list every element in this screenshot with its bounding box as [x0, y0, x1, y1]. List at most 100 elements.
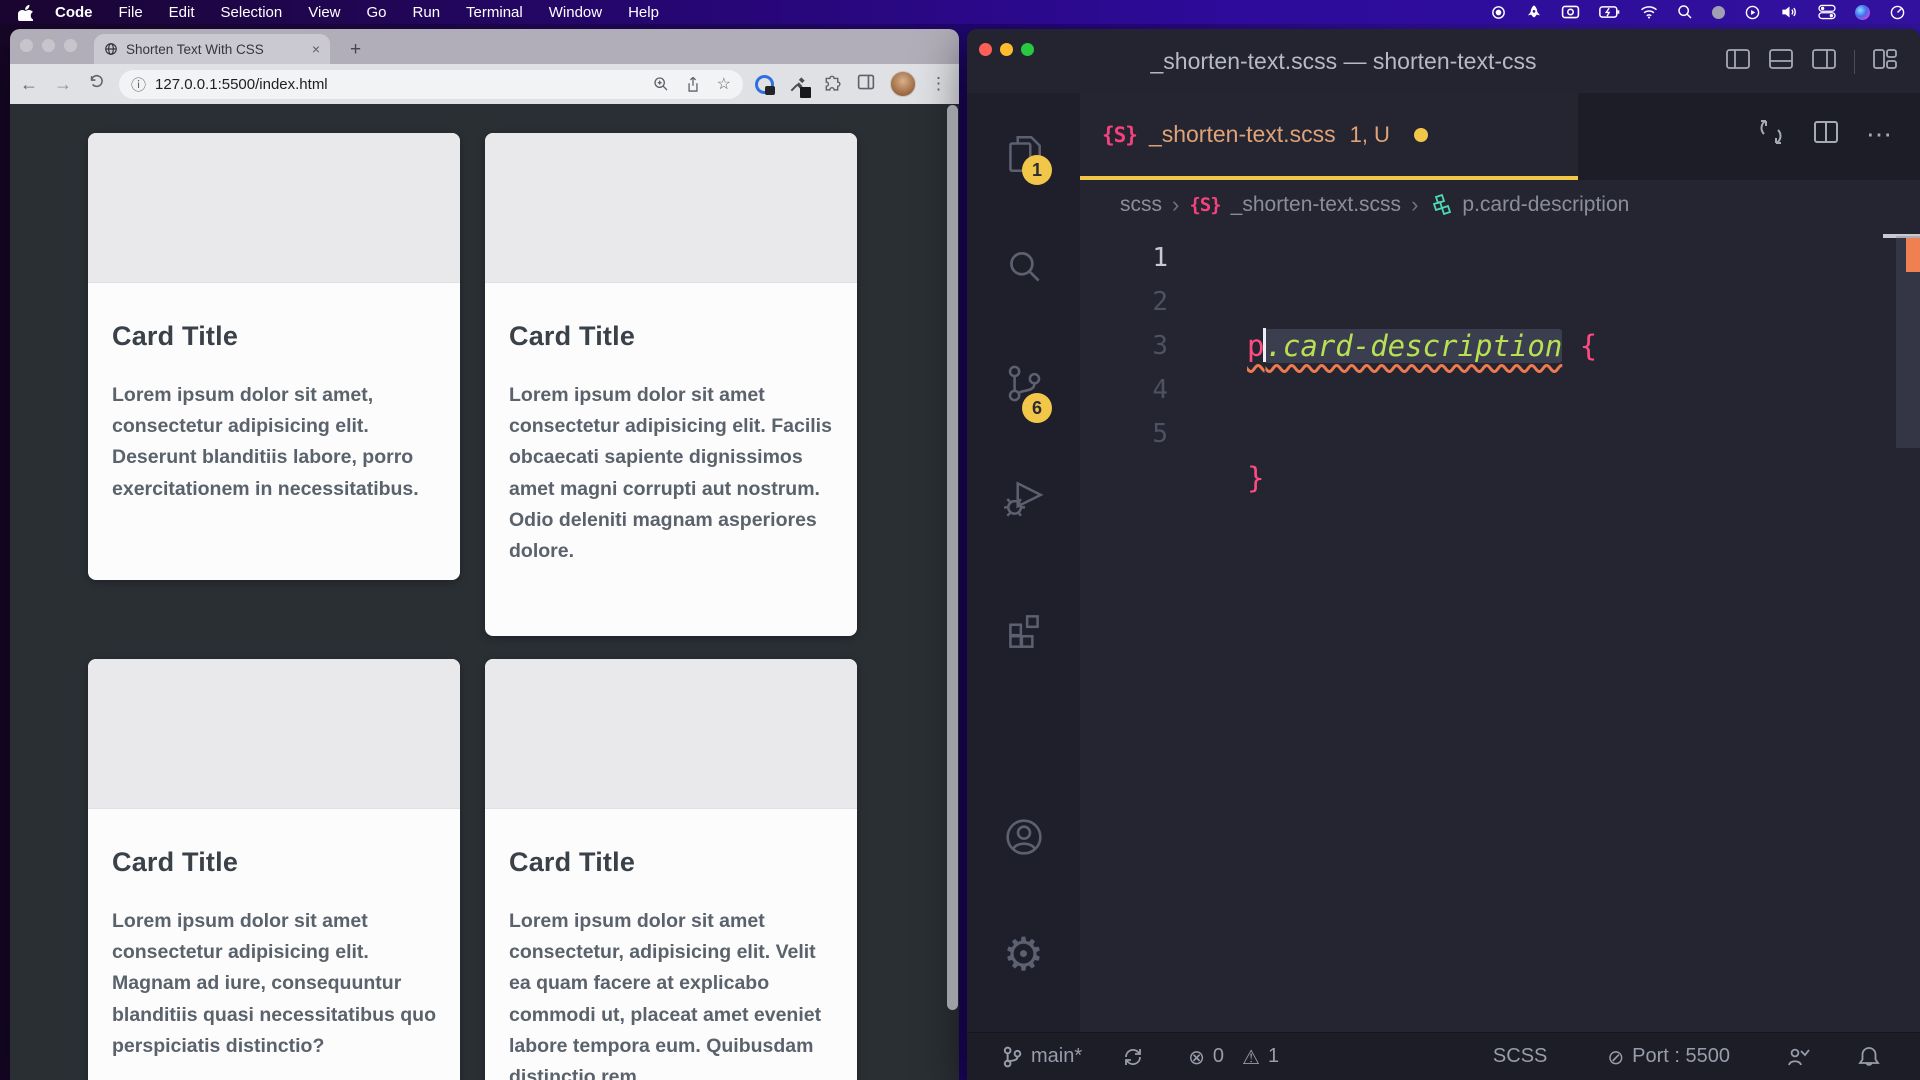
side-panel-icon[interactable] [856, 73, 876, 96]
more-actions-icon[interactable]: ⋯ [1866, 119, 1892, 150]
menu-terminal[interactable]: Terminal [466, 4, 523, 21]
open-changes-icon[interactable] [1756, 117, 1786, 152]
search-icon[interactable] [1001, 245, 1047, 296]
minimize-window-button[interactable] [42, 39, 55, 52]
card-image-placeholder [88, 659, 460, 809]
sync-changes-button[interactable] [1122, 1046, 1144, 1068]
clock-icon[interactable] [1889, 4, 1906, 21]
notifications-bell-icon[interactable] [1858, 1045, 1880, 1069]
account-icon[interactable] [1000, 813, 1048, 866]
zoom-window-button[interactable] [64, 39, 77, 52]
line-number: 3 [1080, 324, 1168, 368]
extensions-puzzle-icon[interactable] [822, 72, 842, 97]
page-viewport: Card Title Lorem ipsum dolor sit amet, c… [10, 104, 959, 1080]
menu-selection[interactable]: Selection [221, 4, 283, 21]
settings-gear-icon[interactable]: ⚙ [1003, 931, 1044, 977]
code-line-1: p.card-description { [1247, 324, 1597, 368]
live-server-item[interactable]: ⊘ Port : 5500 [1607, 1045, 1730, 1069]
color-picker-extension-icon[interactable] [788, 74, 808, 94]
close-window-button[interactable] [20, 39, 33, 52]
back-button[interactable]: ← [20, 74, 38, 95]
share-icon[interactable] [685, 76, 701, 93]
minimize-window-button[interactable] [1000, 43, 1013, 56]
macos-menu-bar: Code File Edit Selection View Go Run Ter… [0, 0, 1920, 24]
card-title: Card Title [509, 847, 833, 878]
toggle-secondary-sidebar-icon[interactable] [1811, 47, 1837, 76]
close-brace-token: } [1247, 461, 1264, 495]
tab-close-icon[interactable]: × [312, 41, 320, 57]
browser-tab-title: Shorten Text With CSS [126, 42, 304, 57]
url-text[interactable]: 127.0.0.1:5500/index.html [155, 76, 328, 93]
chevron-right-icon [1172, 192, 1179, 218]
browser-menu-icon[interactable]: ⋮ [930, 74, 947, 94]
extensions-icon[interactable] [1001, 608, 1047, 659]
feedback-icon[interactable] [1786, 1046, 1810, 1068]
address-bar[interactable]: ⓘ 127.0.0.1:5500/index.html ☆ [119, 70, 743, 99]
unsaved-changes-dot[interactable] [1414, 128, 1428, 142]
menu-window[interactable]: Window [549, 4, 602, 21]
branch-name: main* [1031, 1045, 1082, 1068]
card: Card Title Lorem ipsum dolor sit amet, c… [88, 133, 460, 580]
card-description: Lorem ipsum dolor sit amet consectetur, … [509, 906, 833, 1080]
bookmark-star-icon[interactable]: ☆ [717, 74, 731, 94]
status-dot-icon[interactable] [1712, 6, 1725, 19]
browser-window-controls[interactable] [20, 39, 77, 52]
siri-icon[interactable] [1855, 5, 1870, 20]
page-scrollbar[interactable] [947, 105, 958, 1010]
breadcrumb-file[interactable]: _shorten-text.scss [1231, 193, 1401, 217]
run-debug-icon[interactable] [1001, 475, 1047, 526]
menu-go[interactable]: Go [367, 4, 387, 21]
customize-layout-icon[interactable] [1872, 47, 1898, 76]
reload-button[interactable] [88, 73, 105, 95]
screen-record-icon[interactable] [1561, 4, 1580, 20]
status-bar: main* ⊗ 0 ⚠ 1 SCSS ⊘ Port : 5500 [967, 1032, 1920, 1080]
browser-tab-strip: Shorten Text With CSS × + [10, 29, 959, 64]
problems-item[interactable]: ⊗ 0 ⚠ 1 [1188, 1045, 1279, 1069]
errors-icon: ⊗ [1188, 1045, 1205, 1069]
breadcrumb-folder[interactable]: scss [1120, 193, 1162, 217]
profile-avatar[interactable] [890, 71, 916, 97]
menu-view[interactable]: View [308, 4, 340, 21]
menu-run[interactable]: Run [413, 4, 441, 21]
browser-toolbar: ← → ⓘ 127.0.0.1:5500/index.html ☆ ⋮ [10, 64, 959, 104]
overview-ruler-warning-marker [1906, 238, 1920, 272]
toggle-sidebar-icon[interactable] [1725, 47, 1751, 76]
wifi-icon[interactable] [1640, 5, 1658, 19]
activity-bar: 1 6 ⚙ [967, 93, 1080, 1032]
password-manager-extension-icon[interactable] [755, 75, 774, 94]
site-info-icon[interactable]: ⓘ [131, 74, 146, 95]
explorer-badge: 1 [1022, 155, 1052, 185]
toggle-panel-icon[interactable] [1768, 47, 1794, 76]
split-editor-icon[interactable] [1812, 119, 1840, 150]
card: Card Title Lorem ipsum dolor sit amet co… [485, 659, 857, 1080]
open-brace-token: { [1580, 329, 1597, 363]
menu-file[interactable]: File [119, 4, 143, 21]
forward-button[interactable]: → [54, 74, 72, 95]
battery-icon[interactable] [1599, 5, 1621, 19]
volume-icon[interactable] [1780, 4, 1799, 20]
browser-tab[interactable]: Shorten Text With CSS × [94, 34, 330, 64]
zoom-window-button[interactable] [1021, 43, 1034, 56]
card-title: Card Title [509, 321, 833, 352]
globe-icon [104, 42, 118, 56]
zoom-page-icon[interactable] [653, 76, 669, 92]
rocket-icon[interactable] [1526, 4, 1542, 20]
menu-help[interactable]: Help [628, 4, 659, 21]
new-tab-button[interactable]: + [350, 40, 361, 59]
spotlight-search-icon[interactable] [1677, 4, 1693, 20]
breadcrumb-symbol[interactable]: p.card-description [1462, 193, 1629, 217]
play-circle-icon[interactable] [1744, 4, 1761, 21]
code-content[interactable]: p.card-description { } [1247, 236, 1597, 588]
close-window-button[interactable] [979, 43, 992, 56]
language-mode-item[interactable]: SCSS [1493, 1045, 1547, 1068]
control-center-icon[interactable] [1818, 4, 1836, 20]
code-editor[interactable]: 1 2 3 4 5 p.card-description { } [1080, 230, 1920, 1032]
editor-tab[interactable]: {S} _shorten-text.scss 1, U [1080, 93, 1578, 180]
line-number: 1 [1080, 236, 1168, 280]
record-target-icon[interactable] [1490, 4, 1507, 21]
vscode-window-controls[interactable] [979, 43, 1034, 56]
git-branch-item[interactable]: main* [1001, 1045, 1082, 1069]
menu-edit[interactable]: Edit [169, 4, 195, 21]
apple-menu-icon[interactable] [18, 4, 33, 21]
menu-app-name[interactable]: Code [55, 4, 93, 21]
